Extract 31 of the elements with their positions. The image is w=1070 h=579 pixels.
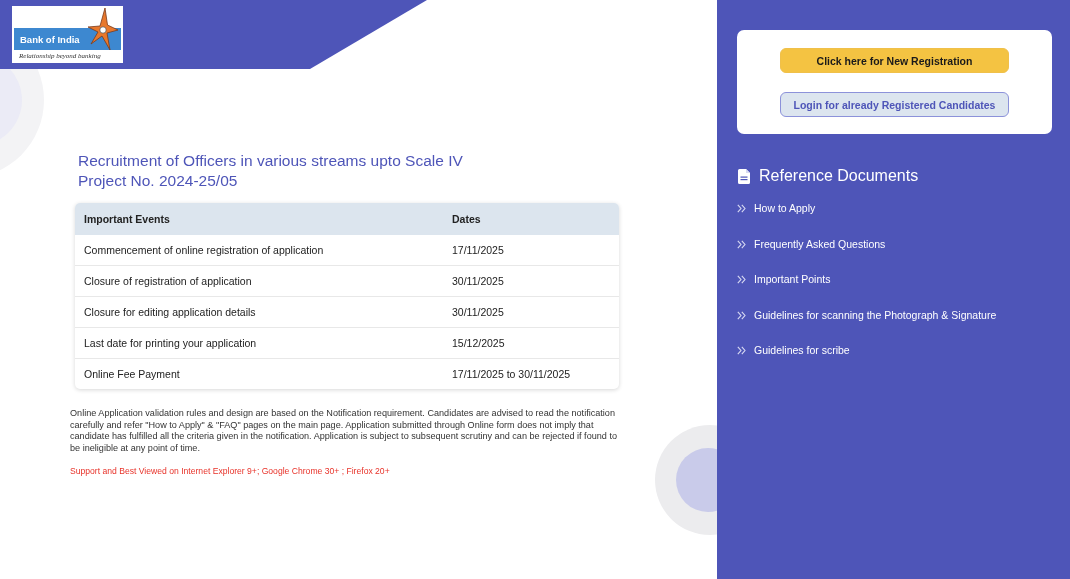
browser-support-note: Support and Best Viewed on Internet Explorer 9+; Google Chrome 30+ ; Firefox 20+ xyxy=(70,466,391,476)
table-cell: Closure for editing application details xyxy=(75,296,443,327)
double-chevron-icon xyxy=(737,275,746,285)
login-button[interactable]: Login for already Registered Candidates xyxy=(780,92,1009,117)
table-cell: Online Fee Payment xyxy=(75,358,443,389)
reference-link[interactable]: Important Points xyxy=(737,273,831,287)
table-cell: 17/11/2025 to 30/11/2025 xyxy=(443,358,619,389)
double-chevron-icon xyxy=(737,204,746,214)
table-cell: 30/11/2025 xyxy=(443,265,619,296)
notice-title: Recruitment of Officers in various streams upto Scale IV xyxy=(78,151,464,171)
column-header: Important Events xyxy=(75,203,443,235)
table-cell: 15/12/2025 xyxy=(443,327,619,358)
reference-link[interactable]: How to Apply xyxy=(737,202,816,216)
column-header: Dates xyxy=(443,203,619,235)
logo-name: Bank of India xyxy=(20,33,80,45)
double-chevron-icon xyxy=(737,310,746,320)
table-cell-text: 17/11/2025 xyxy=(451,243,505,258)
disclaimer-text: Online Application validation rules and design are based on the Notification requirement. Candidates are advised to read the notification carefully and refer "How to Apply" & "FAQ" pages on the main page. Application submitted through Online form does not imply that candidate has fulfilled all the criteria given in the notification. Application is subject to subsequent scrutiny and can be rejected if found to be ineligible at any point of time. xyxy=(70,408,618,454)
table-cell: 30/11/2025 xyxy=(443,296,619,327)
project-number: Project No. 2024-25/05 xyxy=(78,170,239,190)
table-cell: Closure of registration of application xyxy=(75,265,443,296)
reference-link[interactable]: Guidelines for scanning the Photograph & Signature xyxy=(737,308,997,322)
document-icon xyxy=(738,168,750,184)
table-cell-text: Commencement of online registration of application xyxy=(83,243,325,258)
reference-link[interactable]: Guidelines for scribe xyxy=(737,344,850,358)
table-cell: Last date for printing your application xyxy=(75,327,443,358)
section-heading: Reference Documents xyxy=(759,167,919,185)
registration-button[interactable]: Click here for New Registration xyxy=(780,48,1009,73)
double-chevron-icon xyxy=(737,346,746,356)
reference-link[interactable]: Frequently Asked Questions xyxy=(737,237,886,251)
double-chevron-icon xyxy=(737,239,746,249)
